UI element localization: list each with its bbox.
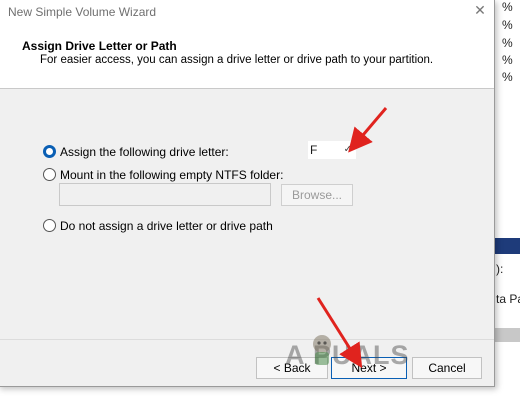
browse-button[interactable]: Browse... (281, 184, 353, 206)
watermark: A PUALS (285, 340, 410, 370)
title-bar[interactable]: New Simple Volume Wizard ✕ (0, 0, 494, 26)
page-title: Assign Drive Letter or Path (22, 39, 177, 53)
footer-divider (0, 339, 494, 340)
folder-path-input[interactable] (59, 183, 271, 206)
close-icon[interactable]: ✕ (472, 2, 488, 18)
cancel-button[interactable]: Cancel (412, 357, 482, 379)
background-disk-bar (494, 238, 520, 254)
background-text: ): (496, 262, 504, 276)
assign-letter-radio[interactable] (43, 145, 56, 158)
no-assign-label[interactable]: Do not assign a drive letter or drive pa… (60, 219, 273, 233)
wizard-header: Assign Drive Letter or Path For easier a… (0, 26, 494, 89)
mount-folder-radio[interactable] (43, 168, 56, 181)
wizard-window: New Simple Volume Wizard ✕ Assign Drive … (0, 0, 495, 387)
background-text: ta Pa (496, 292, 520, 306)
drive-letter-value: F (310, 143, 318, 157)
background-percent: % (502, 18, 513, 32)
watermark-mascot-icon (313, 335, 331, 365)
background-percent: % (502, 53, 513, 67)
no-assign-radio[interactable] (43, 219, 56, 232)
assign-letter-label[interactable]: Assign the following drive letter: (60, 145, 229, 159)
mount-folder-label[interactable]: Mount in the following empty NTFS folder… (60, 168, 283, 182)
window-title: New Simple Volume Wizard (8, 5, 157, 19)
background-percent: % (502, 70, 513, 84)
background-percent: % (502, 36, 513, 50)
background-percent: % (502, 0, 513, 14)
page-subtitle: For easier access, you can assign a driv… (40, 54, 434, 66)
background-scrollbar (494, 328, 520, 342)
drive-letter-select[interactable]: F ✓ (308, 141, 356, 159)
chevron-down-icon: ✓ (343, 144, 352, 155)
